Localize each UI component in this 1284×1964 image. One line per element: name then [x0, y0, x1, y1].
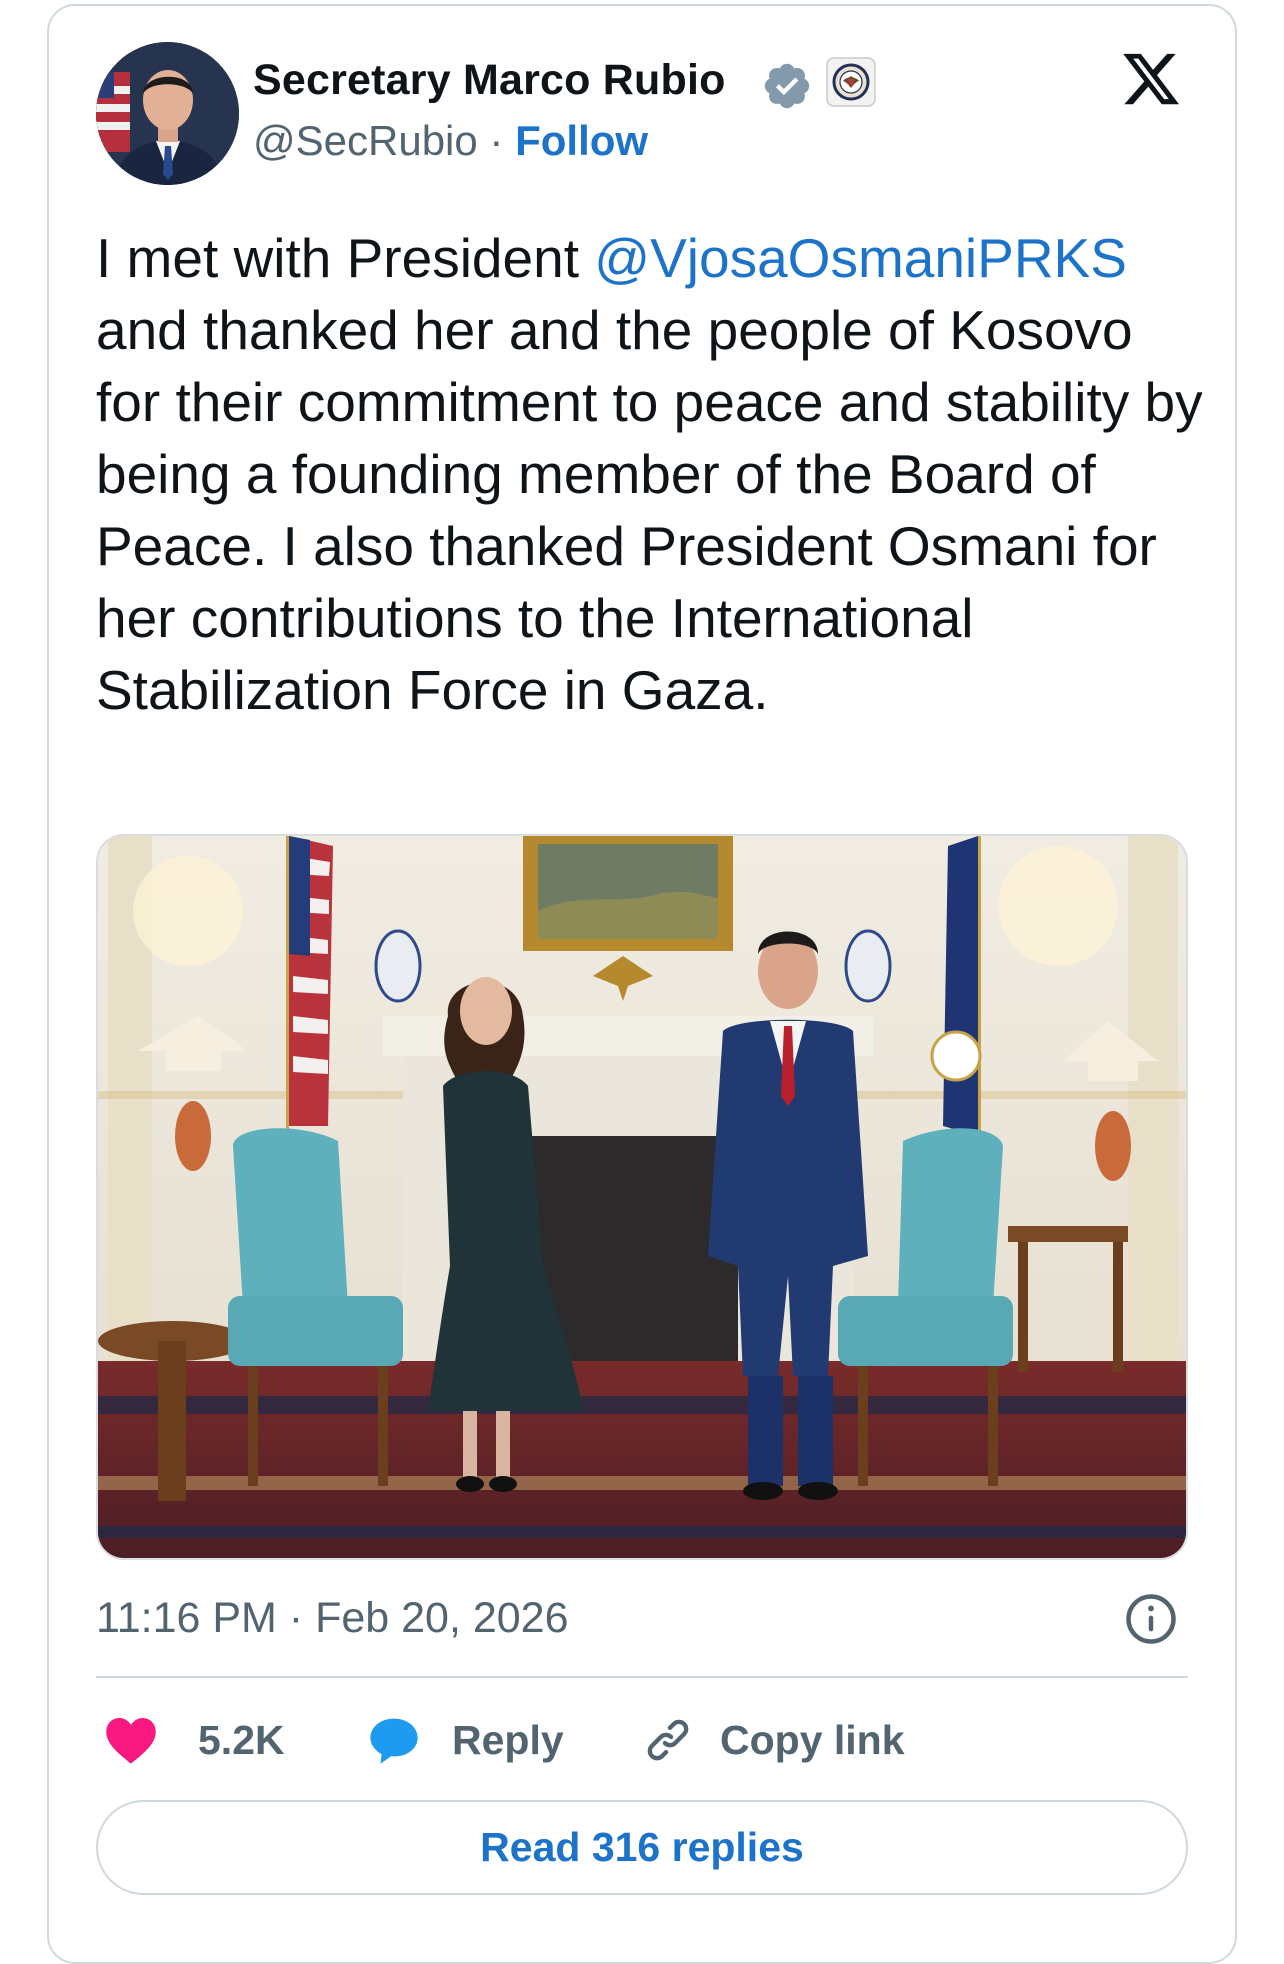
handle-separator: · — [489, 117, 504, 164]
copy-link-label: Copy link — [720, 1716, 905, 1763]
state-dept-seal-icon — [826, 57, 876, 107]
tweet-text: I met with President @VjosaOsmaniPRKS an… — [96, 222, 1206, 726]
tweet-photo[interactable] — [96, 834, 1188, 1560]
read-replies-button[interactable]: Read 316 replies — [96, 1800, 1188, 1895]
author-handle[interactable]: @SecRubio — [253, 117, 478, 164]
like-count: 5.2K — [198, 1716, 285, 1763]
link-icon — [647, 1719, 689, 1761]
info-icon[interactable] — [1124, 1592, 1178, 1646]
reply-bubble-icon — [370, 1718, 418, 1764]
verified-badge-icon — [764, 63, 810, 109]
author-handle-row: @SecRubio · Follow — [253, 117, 648, 165]
mention-link[interactable]: @VjosaOsmaniPRKS — [594, 227, 1127, 289]
author-display-name[interactable]: Secretary Marco Rubio — [253, 56, 726, 105]
divider — [96, 1676, 1188, 1678]
like-button[interactable]: 5.2K — [104, 1710, 285, 1770]
heart-icon — [106, 1717, 156, 1764]
tweet-timestamp[interactable]: 11:16 PM · Feb 20, 2026 — [96, 1594, 569, 1643]
x-logo-icon[interactable] — [1118, 48, 1184, 110]
reply-label: Reply — [452, 1716, 564, 1763]
tweet-text-start: I met with President — [96, 227, 595, 289]
follow-button[interactable]: Follow — [515, 117, 648, 164]
tweet-text-rest: and thanked her and the people of Kosovo… — [96, 299, 1203, 721]
author-avatar[interactable] — [96, 42, 239, 185]
reply-button[interactable]: Reply — [366, 1710, 564, 1770]
copy-link-button[interactable]: Copy link — [642, 1710, 905, 1770]
